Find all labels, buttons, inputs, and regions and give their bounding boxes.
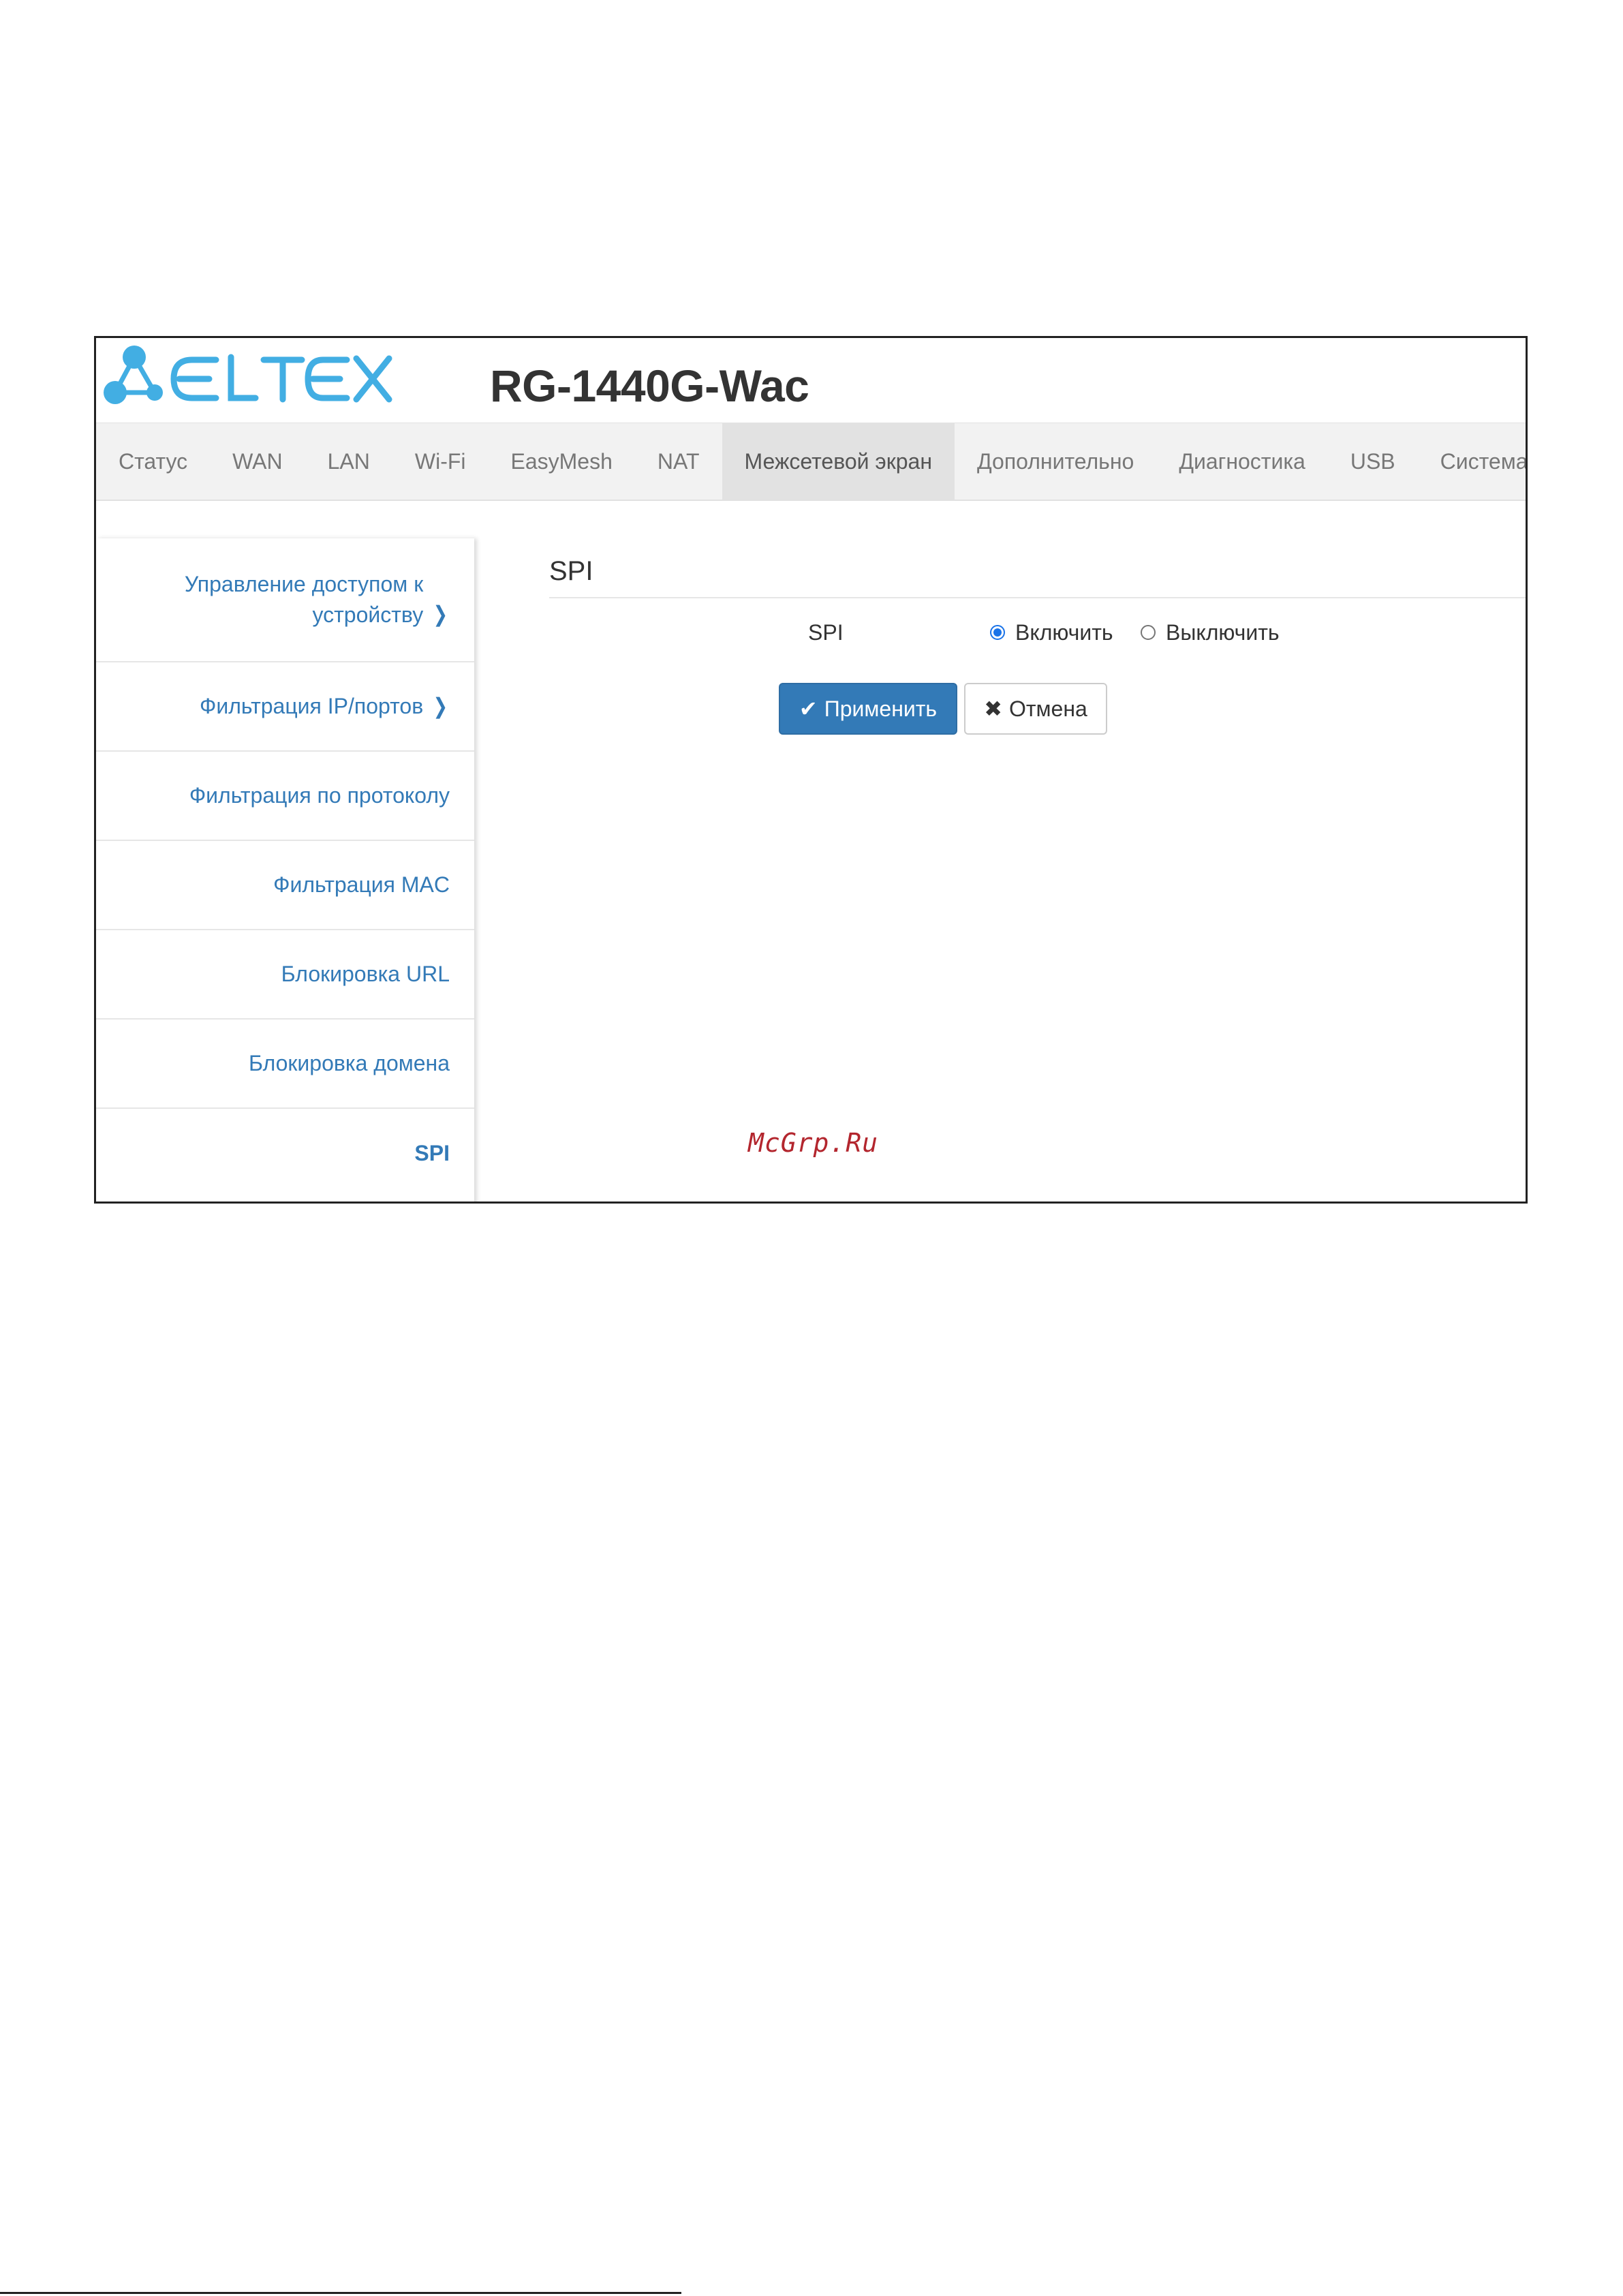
sidebar-item-label: Блокировка домена [248, 1051, 450, 1075]
eltex-logo [100, 343, 400, 414]
spi-enable-label: Включить [1015, 620, 1113, 645]
spi-disable-label: Выключить [1166, 620, 1280, 645]
sidebar-item-label: Блокировка URL [281, 962, 450, 986]
apply-button[interactable]: ✔ Применить [779, 683, 957, 735]
page-footer-rule [0, 2292, 681, 2294]
chevron-right-icon: ❯ [433, 602, 448, 626]
document-page: RG-1440G-Wac Статус WAN LAN Wi-Fi EasyMe… [0, 0, 1623, 2296]
nav-tab-wifi[interactable]: Wi-Fi [392, 423, 489, 500]
nav-tab-status[interactable]: Статус [96, 423, 210, 500]
close-icon: ✖ [984, 697, 1002, 721]
cancel-button[interactable]: ✖ Отмена [964, 683, 1107, 735]
nav-tab-diagnostics[interactable]: Диагностика [1156, 423, 1328, 500]
sidebar-item-url-block[interactable]: Блокировка URL [96, 930, 474, 1020]
sidebar-item-label: Фильтрация по протоколу [189, 783, 450, 808]
chevron-right-icon: ❯ [433, 694, 448, 718]
sidebar-item-access-control[interactable]: Управление доступом к устройству ❯ [96, 538, 474, 662]
sidebar-item-ip-port-filter[interactable]: Фильтрация IP/портов ❯ [96, 662, 474, 752]
sidebar-item-label: Управление доступом к устройству [184, 572, 424, 627]
spi-form-row: SPI Включить Выключить [549, 612, 1526, 653]
cancel-button-label: Отмена [1009, 697, 1087, 721]
eltex-logo-icon [104, 346, 392, 404]
nav-tab-easymesh[interactable]: EasyMesh [489, 423, 635, 500]
watermark: McGrp.Ru [748, 1128, 879, 1158]
spi-disable-radio[interactable]: Выключить [1141, 616, 1280, 649]
sidebar-item-mac-filter[interactable]: Фильтрация MAC [96, 841, 474, 930]
sidebar-item-label: Фильтрация MAC [273, 872, 450, 897]
main-content: SPI SPI Включить Выключить ✔ Применить ✖… [549, 549, 1526, 737]
spi-label: SPI [808, 620, 844, 645]
radio-checked-icon[interactable] [990, 625, 1005, 640]
router-ui-screenshot: RG-1440G-Wac Статус WAN LAN Wi-Fi EasyMe… [94, 336, 1528, 1204]
top-navigation: Статус WAN LAN Wi-Fi EasyMesh NAT Межсет… [96, 423, 1526, 501]
nav-tab-nat[interactable]: NAT [635, 423, 722, 500]
apply-button-label: Применить [824, 697, 938, 721]
sidebar-item-label: SPI [414, 1141, 450, 1165]
sidebar-item-protocol-filter[interactable]: Фильтрация по протоколу [96, 752, 474, 841]
radio-unchecked-icon[interactable] [1141, 625, 1156, 640]
sidebar: Управление доступом к устройству ❯ Фильт… [96, 538, 474, 1201]
sidebar-item-domain-block[interactable]: Блокировка домена [96, 1020, 474, 1109]
check-icon: ✔ [799, 697, 818, 721]
nav-tab-advanced[interactable]: Дополнительно [955, 423, 1156, 500]
nav-tab-wan[interactable]: WAN [210, 423, 305, 500]
nav-tab-lan[interactable]: LAN [305, 423, 392, 500]
sidebar-item-label: Фильтрация IP/портов [200, 694, 424, 718]
section-title: SPI [549, 549, 1526, 598]
spi-enable-radio[interactable]: Включить [990, 616, 1113, 649]
nav-tab-system[interactable]: Система [1418, 423, 1526, 500]
sidebar-item-spi[interactable]: SPI [96, 1109, 474, 1198]
device-title: RG-1440G-Wac [490, 361, 809, 411]
header: RG-1440G-Wac [96, 338, 1526, 423]
nav-tab-firewall[interactable]: Межсетевой экран [722, 423, 955, 500]
form-buttons: ✔ Применить ✖ Отмена [549, 683, 1526, 737]
nav-tab-usb[interactable]: USB [1328, 423, 1418, 500]
